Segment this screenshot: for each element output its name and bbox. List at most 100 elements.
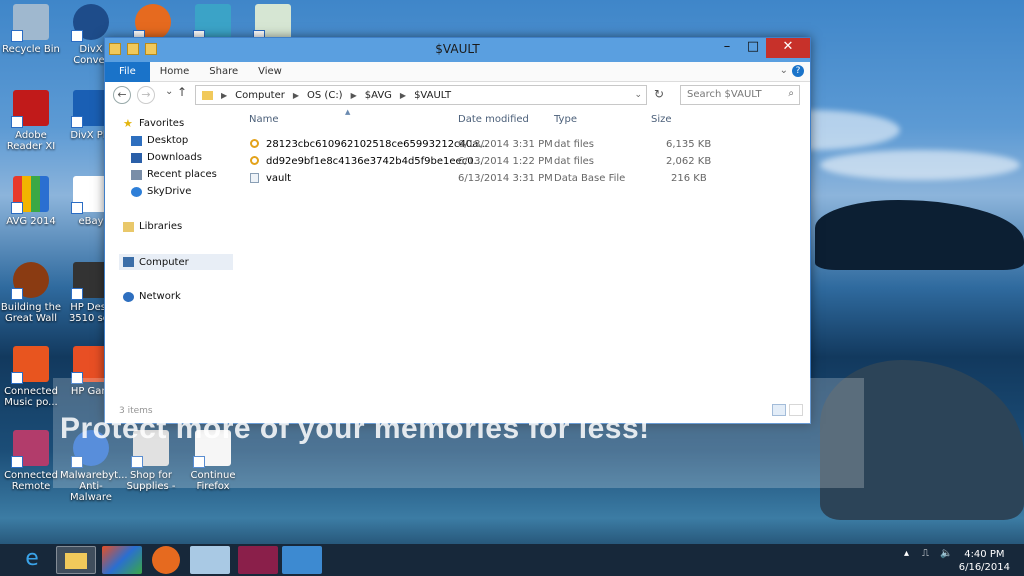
chevron-down-icon[interactable]: ⌄: [634, 90, 642, 100]
nav-network[interactable]: Network: [123, 291, 181, 302]
address-bar[interactable]: ▶ Computer ▶ OS (C:) ▶ $AVG ▶ $VAULT ⌄: [195, 85, 647, 105]
file-name: vault: [266, 173, 292, 184]
help-icon[interactable]: ?: [792, 65, 804, 77]
network-icon[interactable]: ⎍: [922, 548, 929, 559]
chevron-right-icon: ▶: [221, 90, 228, 100]
file-type: dat files: [554, 156, 595, 167]
up-button[interactable]: ↑: [177, 85, 187, 99]
desktop-icon-label: Adobe Reader XI: [6, 130, 56, 152]
tab-share[interactable]: Share: [199, 62, 248, 82]
back-button[interactable]: ←: [113, 86, 131, 104]
nav-skydrive[interactable]: SkyDrive: [131, 186, 191, 197]
taskbar: e ▴ ⎍ 🔈 4:40 PM 6/16/2014: [0, 544, 1024, 576]
file-icon: [250, 139, 259, 148]
column-header-size[interactable]: Size: [651, 114, 672, 125]
promo-watermark: Protect more of your memories for less!: [60, 412, 650, 445]
firefox-icon[interactable]: [152, 546, 180, 574]
window-title: $VAULT: [435, 42, 480, 56]
file-type: dat files: [554, 139, 595, 150]
column-headers: Name ▲ Date modified Type Size: [237, 108, 807, 130]
file-row[interactable]: vault 6/13/2014 3:31 PM Data Base File 2…: [250, 171, 805, 187]
file-size: 216 KB: [671, 173, 707, 184]
breadcrumb-computer[interactable]: Computer: [235, 90, 285, 101]
forward-button[interactable]: →: [137, 86, 155, 104]
breadcrumb-avg[interactable]: $AVG: [365, 90, 392, 101]
search-input[interactable]: Search $VAULT ⌕: [680, 85, 800, 105]
ribbon-expand-icon[interactable]: ⌄: [780, 65, 788, 76]
search-icon: ⌕: [788, 88, 794, 99]
internet-explorer-icon[interactable]: e: [12, 546, 52, 574]
nav-desktop[interactable]: Desktop: [131, 135, 188, 146]
nav-label: Desktop: [147, 135, 189, 146]
desktop-icon-adobe-reader[interactable]: Adobe Reader XI: [0, 90, 62, 152]
file-date: 6/13/2014 1:22 PM: [458, 156, 553, 167]
navigation-pane: ★ Favorites Desktop Downloads Recent pla…: [105, 108, 233, 408]
ribbon-tabs: File Home Share View ⌄ ?: [105, 61, 810, 82]
folder-icon: [202, 90, 213, 100]
desktop-icon-avg[interactable]: AVG 2014: [0, 176, 62, 227]
file-name: 28123cbc610962102518ce65993212c40a...: [266, 139, 488, 150]
chevron-right-icon: ▶: [399, 90, 407, 100]
recycle-bin-icon: [11, 4, 49, 42]
column-header-date[interactable]: Date modified: [458, 114, 529, 125]
tab-view[interactable]: View: [248, 62, 292, 82]
file-type: Data Base File: [554, 173, 626, 184]
tab-file[interactable]: File: [105, 61, 150, 82]
file-size: 2,062 KB: [666, 156, 712, 167]
tab-home[interactable]: Home: [150, 62, 200, 82]
desktop-icon-label: AVG 2014: [6, 216, 56, 227]
minimize-button[interactable]: –: [714, 38, 740, 58]
file-icon: [250, 156, 259, 165]
file-date: 6/13/2014 3:31 PM: [458, 173, 553, 184]
chevron-up-icon[interactable]: ▴: [904, 548, 909, 559]
file-row[interactable]: 28123cbc610962102518ce65993212c40a... 6/…: [250, 137, 805, 153]
column-header-name[interactable]: Name: [249, 114, 279, 125]
volume-icon[interactable]: 🔈: [940, 548, 952, 559]
folder-icon: [65, 553, 87, 569]
clock[interactable]: 4:40 PM 6/16/2014: [959, 548, 1010, 574]
nav-label: Libraries: [139, 221, 183, 232]
file-explorer-icon[interactable]: [56, 546, 96, 574]
desktop-icon-label: Building the Great Wall: [0, 302, 62, 324]
file-row[interactable]: dd92e9bf1e8c4136e3742b4d5f9be1eec0... 6/…: [250, 154, 805, 170]
network-icon: [123, 291, 134, 302]
text-app-icon[interactable]: [238, 546, 278, 574]
nav-downloads[interactable]: Downloads: [131, 152, 202, 163]
explorer-window: $VAULT – □ ✕ File Home Share View ⌄ ? ← …: [104, 37, 811, 424]
app-icon[interactable]: [102, 546, 142, 574]
file-name: dd92e9bf1e8c4136e3742b4d5f9be1eec0...: [266, 156, 484, 167]
nav-recent-places[interactable]: Recent places: [131, 169, 217, 180]
notepad-icon[interactable]: [190, 546, 230, 574]
nav-libraries[interactable]: Libraries: [123, 221, 182, 232]
refresh-button[interactable]: ↻: [654, 87, 664, 101]
nav-label: Computer: [139, 256, 189, 268]
star-icon: ★: [123, 116, 133, 130]
remote-icon: [11, 430, 49, 468]
search-placeholder: Search $VAULT: [687, 89, 762, 100]
database-file-icon: [250, 173, 259, 183]
divx-converter-icon: [71, 4, 109, 42]
breadcrumb-os-c[interactable]: OS (C:): [307, 90, 343, 101]
nav-label: Favorites: [139, 118, 185, 129]
maximize-button[interactable]: □: [740, 38, 766, 58]
mountain: [815, 200, 1024, 270]
skydrive-icon: [131, 186, 142, 197]
desktop-icon-building-the-great-wall[interactable]: Building the Great Wall: [0, 262, 62, 324]
computer-icon: [123, 257, 134, 267]
title-bar[interactable]: $VAULT – □ ✕: [105, 38, 810, 62]
app-icon: [253, 4, 291, 42]
column-header-type[interactable]: Type: [554, 114, 577, 125]
chevron-right-icon: ▶: [350, 90, 357, 100]
desktop-icon: [131, 135, 142, 146]
music-icon: [11, 346, 49, 384]
recent-places-icon: [131, 169, 142, 180]
nav-favorites[interactable]: ★ Favorites: [123, 116, 185, 130]
breadcrumb-vault[interactable]: $VAULT: [414, 90, 451, 101]
close-button[interactable]: ✕: [766, 38, 810, 58]
cloud: [820, 150, 1020, 180]
network-app-icon[interactable]: [282, 546, 322, 574]
nav-computer[interactable]: Computer: [119, 254, 233, 270]
nav-label: SkyDrive: [147, 186, 192, 197]
desktop-icon-recycle-bin[interactable]: Recycle Bin: [0, 4, 62, 55]
recent-locations-icon[interactable]: ⌄: [165, 86, 173, 97]
